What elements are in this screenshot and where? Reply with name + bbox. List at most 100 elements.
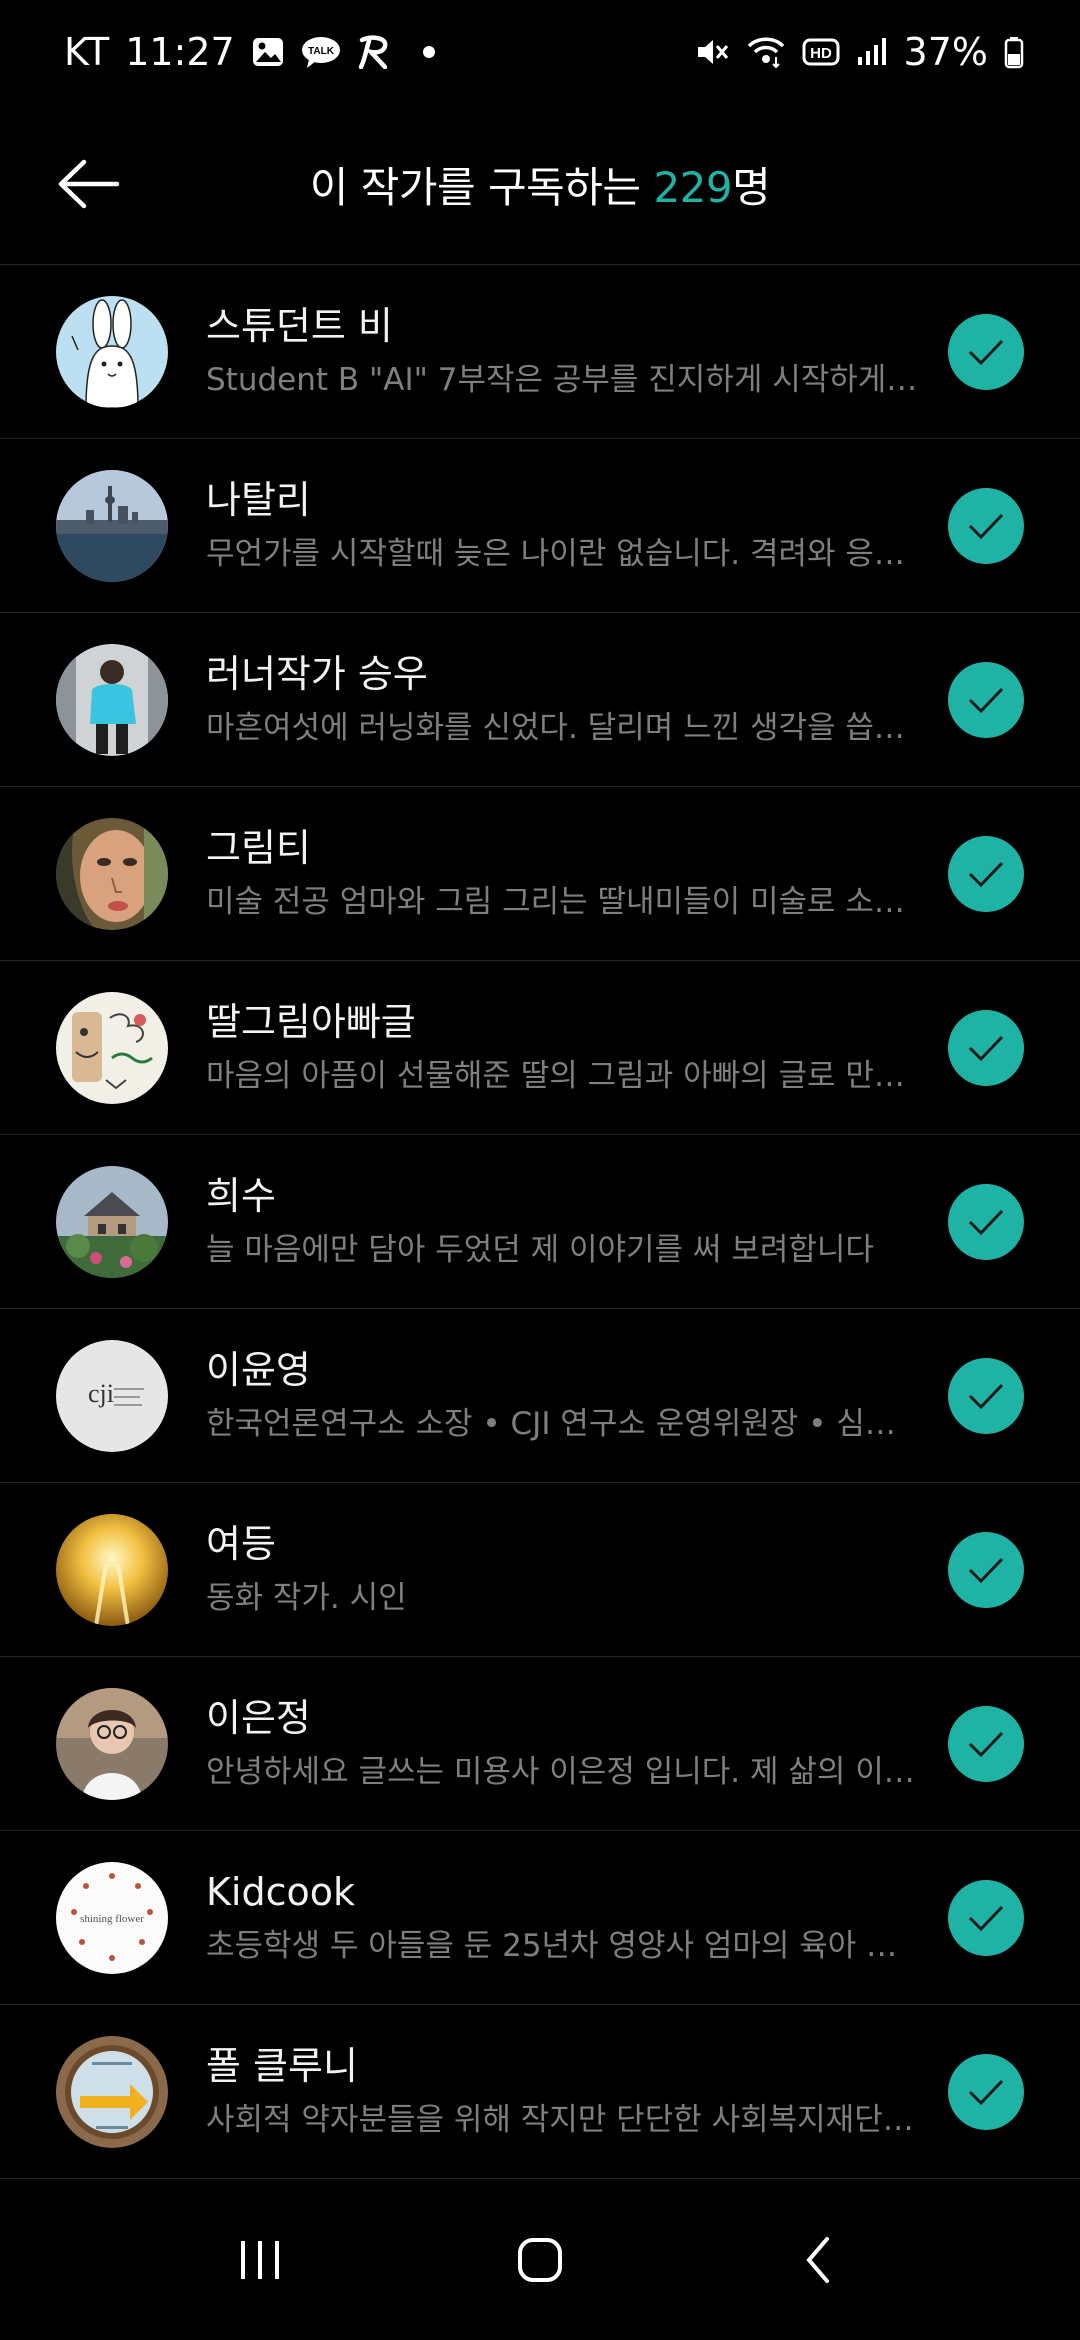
- app-r-notification-icon: [357, 35, 393, 69]
- list-item[interactable]: cji 이윤영 한국언론연구소 소장 • CJI 연구소 운영위원장 • 심리학…: [0, 1309, 1080, 1483]
- gallery-notification-icon: [251, 35, 285, 69]
- page-title: 이 작가를 구독하는 229명: [0, 154, 1080, 215]
- more-notifications-dot: [422, 46, 435, 58]
- item-text: 희수 늘 마음에만 담아 두었던 제 이야기를 써 보려합니다: [206, 1173, 948, 1271]
- item-text: 딸그림아빠글 마음의 아픔이 선물해준 딸의 그림과 아빠의 글로 만든 이야기: [206, 999, 948, 1097]
- avatar[interactable]: [56, 1513, 168, 1626]
- talk-notification-icon: TALK: [301, 35, 341, 69]
- avatar[interactable]: shining flower: [56, 1861, 168, 1974]
- item-text: 러너작가 승우 마흔여섯에 러닝화를 신었다. 달리며 느낀 생각을 씁니다: [206, 651, 948, 749]
- check-icon: [968, 1557, 1004, 1583]
- list-item[interactable]: 여등 동화 작가. 시인: [0, 1483, 1080, 1657]
- recent-apps-icon: [241, 2241, 279, 2279]
- subscriber-name: 여등: [206, 1521, 276, 1566]
- battery-icon: [1004, 35, 1024, 69]
- subscribed-button[interactable]: [948, 1879, 1024, 1956]
- subscribed-button[interactable]: [948, 835, 1024, 912]
- avatar[interactable]: [56, 1165, 168, 1278]
- subscribed-button[interactable]: [948, 1009, 1024, 1086]
- subscriber-desc: 마흔여섯에 러닝화를 신었다. 달리며 느낀 생각을 씁니다: [206, 710, 918, 747]
- subscriber-name: 스튜던트 비: [206, 303, 393, 348]
- subscribed-button[interactable]: [948, 1183, 1024, 1260]
- list-item[interactable]: 이은정 안녕하세요 글쓰는 미용사 이은정 입니다. 제 삶의 이야기를 씁니다: [0, 1657, 1080, 1831]
- avatar[interactable]: [56, 295, 168, 408]
- subscriber-desc: 무언가를 시작할때 늦은 나이란 없습니다. 격려와 응원을 부탁드립니다: [206, 536, 918, 573]
- check-icon: [968, 1209, 1004, 1235]
- home-icon: [518, 2238, 562, 2282]
- hd-voice-icon: HD: [802, 35, 840, 69]
- check-icon: [968, 861, 1004, 887]
- avatar[interactable]: [56, 991, 168, 1104]
- avatar[interactable]: [56, 817, 168, 930]
- subscribed-button[interactable]: [948, 487, 1024, 564]
- item-text: 스튜던트 비 Student B "AI" 7부작은 공부를 진지하게 시작하게…: [206, 303, 948, 401]
- check-icon: [968, 687, 1004, 713]
- subscribed-button[interactable]: [948, 313, 1024, 390]
- avatar[interactable]: [56, 2035, 168, 2148]
- subscriber-desc: 동화 작가. 시인: [206, 1580, 407, 1617]
- avatar[interactable]: [56, 469, 168, 582]
- status-bar: KT 11:27 TALK HD 37%: [0, 0, 1080, 104]
- subscribed-button[interactable]: [948, 2053, 1024, 2130]
- check-icon: [968, 1035, 1004, 1061]
- home-button[interactable]: [480, 2210, 600, 2310]
- item-text: 여등 동화 작가. 시인: [206, 1521, 948, 1619]
- check-icon: [968, 1383, 1004, 1409]
- cji-logo-text: cji: [88, 1379, 114, 1408]
- list-item[interactable]: 그림티 미술 전공 엄마와 그림 그리는 딸내미들이 미술로 소통합니다: [0, 787, 1080, 961]
- status-left: KT 11:27 TALK: [64, 30, 435, 74]
- svg-text:TALK: TALK: [308, 46, 335, 57]
- subscriber-desc: 안녕하세요 글쓰는 미용사 이은정 입니다. 제 삶의 이야기를 씁니다: [206, 1754, 918, 1791]
- title-prefix: 이 작가를 구독하는: [309, 162, 654, 212]
- signal-icon: [856, 35, 888, 69]
- avatar[interactable]: cji: [56, 1339, 168, 1452]
- subscribed-button[interactable]: [948, 661, 1024, 738]
- check-icon: [968, 1905, 1004, 1931]
- subscriber-list: 스튜던트 비 Student B "AI" 7부작은 공부를 진지하게 시작하게…: [0, 264, 1080, 2179]
- subscriber-count: 229: [653, 162, 733, 212]
- item-text: 나탈리 무언가를 시작할때 늦은 나이란 없습니다. 격려와 응원을 부탁드립니…: [206, 477, 948, 575]
- subscriber-name: 이윤영: [206, 1347, 311, 1392]
- item-text: 이윤영 한국언론연구소 소장 • CJI 연구소 운영위원장 • 심리학 박사: [206, 1347, 948, 1445]
- list-item[interactable]: 러너작가 승우 마흔여섯에 러닝화를 신었다. 달리며 느낀 생각을 씁니다: [0, 613, 1080, 787]
- subscriber-name: 이은정: [206, 1695, 311, 1740]
- list-item[interactable]: shining flower Kidcook 초등학생 두 아들을 둔 25년차…: [0, 1831, 1080, 2005]
- app-header: 이 작가를 구독하는 229명: [0, 104, 1080, 264]
- avatar[interactable]: [56, 643, 168, 756]
- item-text: 그림티 미술 전공 엄마와 그림 그리는 딸내미들이 미술로 소통합니다: [206, 825, 948, 923]
- wifi-icon: [746, 35, 786, 69]
- recent-apps-button[interactable]: [200, 2210, 320, 2310]
- list-item[interactable]: 스튜던트 비 Student B "AI" 7부작은 공부를 진지하게 시작하게…: [0, 265, 1080, 439]
- avatar[interactable]: [56, 1687, 168, 1800]
- subscriber-desc: Student B "AI" 7부작은 공부를 진지하게 시작하게 해 준 책입…: [206, 362, 918, 399]
- subscribed-button[interactable]: [948, 1357, 1024, 1434]
- list-item[interactable]: 딸그림아빠글 마음의 아픔이 선물해준 딸의 그림과 아빠의 글로 만든 이야기: [0, 961, 1080, 1135]
- item-text: 폴 클루니 사회적 약자분들을 위해 작지만 단단한 사회복지재단을 꿈꿉니다: [206, 2043, 948, 2141]
- subscriber-name: 나탈리: [206, 477, 311, 522]
- list-item[interactable]: 폴 클루니 사회적 약자분들을 위해 작지만 단단한 사회복지재단을 꿈꿉니다: [0, 2005, 1080, 2179]
- item-text: 이은정 안녕하세요 글쓰는 미용사 이은정 입니다. 제 삶의 이야기를 씁니다: [206, 1695, 948, 1793]
- back-chevron-icon: [806, 2237, 829, 2283]
- arrow-left-icon: [58, 159, 120, 209]
- back-button[interactable]: [44, 134, 134, 234]
- subscriber-desc: 미술 전공 엄마와 그림 그리는 딸내미들이 미술로 소통합니다: [206, 884, 918, 921]
- svg-text:HD: HD: [810, 45, 832, 62]
- subscriber-name: 폴 클루니: [206, 2043, 358, 2088]
- title-suffix: 명: [732, 162, 771, 212]
- system-back-button[interactable]: [760, 2210, 880, 2310]
- carrier-label: KT: [64, 30, 110, 74]
- subscriber-desc: 한국언론연구소 소장 • CJI 연구소 운영위원장 • 심리학 박사: [206, 1406, 918, 1443]
- list-item[interactable]: 나탈리 무언가를 시작할때 늦은 나이란 없습니다. 격려와 응원을 부탁드립니…: [0, 439, 1080, 613]
- item-text: Kidcook 초등학생 두 아들을 둔 25년차 영양사 엄마의 육아 이야기: [206, 1869, 948, 1967]
- subscriber-desc: 사회적 약자분들을 위해 작지만 단단한 사회복지재단을 꿈꿉니다: [206, 2102, 918, 2139]
- list-item[interactable]: 희수 늘 마음에만 담아 두었던 제 이야기를 써 보려합니다: [0, 1135, 1080, 1309]
- subscriber-name: 딸그림아빠글: [206, 999, 416, 1044]
- subscribed-button[interactable]: [948, 1531, 1024, 1608]
- check-icon: [968, 339, 1004, 365]
- mute-icon: [694, 35, 730, 69]
- subscriber-desc: 늘 마음에만 담아 두었던 제 이야기를 써 보려합니다: [206, 1232, 874, 1269]
- subscribed-button[interactable]: [948, 1705, 1024, 1782]
- subscriber-desc: 마음의 아픔이 선물해준 딸의 그림과 아빠의 글로 만든 이야기: [206, 1058, 918, 1095]
- subscriber-desc: 초등학생 두 아들을 둔 25년차 영양사 엄마의 육아 이야기: [206, 1928, 918, 1965]
- battery-label: 37%: [903, 30, 988, 74]
